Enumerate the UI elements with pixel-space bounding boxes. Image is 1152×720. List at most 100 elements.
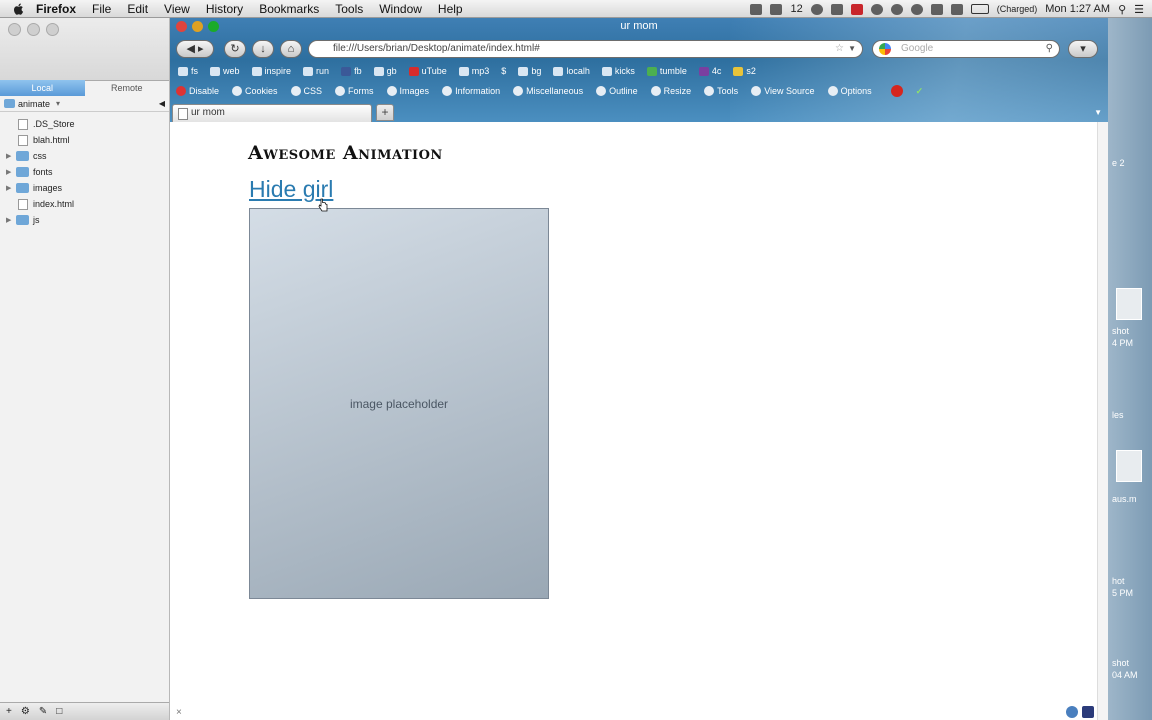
clock[interactable]: Mon 1:27 AM xyxy=(1045,3,1110,15)
download-button[interactable]: ↓ xyxy=(252,40,274,58)
menu-file[interactable]: File xyxy=(92,2,111,16)
folder-selector[interactable]: animate ▾ ◀ xyxy=(0,96,169,112)
headphones-icon[interactable] xyxy=(810,3,823,15)
devbar-outline[interactable]: Outline xyxy=(596,86,638,96)
devbar-css[interactable]: CSS xyxy=(290,86,322,96)
disclosure-triangle-icon[interactable]: ▶ xyxy=(6,216,14,224)
bookmark-4c[interactable]: 4c xyxy=(698,66,721,76)
back-button[interactable]: ◀ ▸ xyxy=(176,40,214,58)
menu-history[interactable]: History xyxy=(206,2,243,16)
spotlight-icon[interactable]: ⚲ xyxy=(1118,3,1126,16)
bookmark-localh[interactable]: localh xyxy=(553,66,590,76)
bookmark-bg[interactable]: bg xyxy=(518,66,541,76)
tab-remote[interactable]: Remote xyxy=(85,80,170,96)
bookmark-run[interactable]: run xyxy=(303,66,329,76)
menu-bookmarks[interactable]: Bookmarks xyxy=(259,2,319,16)
bookmark-gb[interactable]: gb xyxy=(373,66,397,76)
vertical-scrollbar[interactable] xyxy=(1097,122,1108,720)
bookmark-dollar[interactable]: $ xyxy=(501,66,506,76)
file-name: js xyxy=(33,215,40,225)
menu-help[interactable]: Help xyxy=(438,2,463,16)
list-item[interactable]: ▶ images xyxy=(0,180,169,196)
bookmark-tumble[interactable]: tumble xyxy=(646,66,687,76)
dropbox-icon[interactable] xyxy=(830,3,843,15)
bookmark-inspire[interactable]: inspire xyxy=(251,66,291,76)
disclosure-triangle-icon[interactable]: ▶ xyxy=(6,152,14,160)
error-icon[interactable] xyxy=(890,85,903,97)
menu-tools[interactable]: Tools xyxy=(335,2,363,16)
devbar-information[interactable]: Information xyxy=(442,86,500,96)
minimize-button[interactable] xyxy=(27,23,40,36)
toolbar-menu-button[interactable]: ▾ xyxy=(1068,40,1098,58)
devbar-cookies[interactable]: Cookies xyxy=(232,86,278,96)
list-item[interactable]: ▶ fonts xyxy=(0,164,169,180)
menu-firefox[interactable]: Firefox xyxy=(36,2,76,16)
gear-icon[interactable]: ⚙ xyxy=(21,706,30,717)
menu-view[interactable]: View xyxy=(164,2,190,16)
gmail-icon[interactable] xyxy=(850,3,863,15)
bookmark-utube[interactable]: uTube xyxy=(408,66,447,76)
desktop-file-thumbnail[interactable] xyxy=(1116,450,1142,482)
menu-edit[interactable]: Edit xyxy=(127,2,148,16)
menu-bar: Firefox File Edit View History Bookmarks… xyxy=(0,0,1152,18)
app-badge-icon[interactable] xyxy=(770,3,783,15)
disclosure-triangle-icon[interactable]: ▶ xyxy=(6,168,14,176)
camera-icon[interactable] xyxy=(750,3,763,15)
devbar-options[interactable]: Options xyxy=(827,86,872,96)
chevron-down-icon[interactable]: ▼ xyxy=(1094,108,1102,117)
list-item[interactable]: blah.html xyxy=(0,132,169,148)
close-icon[interactable]: × xyxy=(176,707,182,718)
devbar-view-source[interactable]: View Source xyxy=(751,86,815,96)
battery-icon[interactable] xyxy=(970,4,989,14)
wrench-icon[interactable]: ✎ xyxy=(39,706,47,717)
zoom-button[interactable] xyxy=(46,23,59,36)
trash-icon[interactable]: □ xyxy=(56,706,62,717)
bookmark-star-icon[interactable]: ☆ xyxy=(835,41,844,57)
bookmark-kicks[interactable]: kicks xyxy=(601,66,635,76)
desktop-file-thumbnail[interactable] xyxy=(1116,288,1142,320)
devbar-miscellaneous[interactable]: Miscellaneous xyxy=(513,86,583,96)
devbar-images[interactable]: Images xyxy=(386,86,429,96)
check-icon[interactable]: ✓ xyxy=(916,86,924,97)
devbar-tools[interactable]: Tools xyxy=(704,86,738,96)
plus-icon[interactable]: + xyxy=(6,706,12,717)
file-name: css xyxy=(33,151,47,161)
tab-local[interactable]: Local xyxy=(0,80,85,96)
disclosure-triangle-icon[interactable]: ▶ xyxy=(6,184,14,192)
bookmark-fb[interactable]: fb xyxy=(341,66,362,76)
list-item[interactable]: ▶ css xyxy=(0,148,169,164)
list-item[interactable]: .DS_Store xyxy=(0,116,169,132)
reload-button[interactable]: ↻ xyxy=(224,40,246,58)
back-arrow-icon[interactable]: ◀ xyxy=(159,99,165,108)
google-icon[interactable] xyxy=(879,43,891,55)
search-icon[interactable]: ⚲ xyxy=(1046,41,1053,57)
devbar-forms[interactable]: Forms xyxy=(335,86,374,96)
bookmark-fs[interactable]: fs xyxy=(178,66,198,76)
url-bar[interactable]: file:///Users/brian/Desktop/animate/inde… xyxy=(308,40,863,58)
notification-icon[interactable]: ☰ xyxy=(1134,3,1144,16)
devbar-resize[interactable]: Resize xyxy=(650,86,691,96)
devbar-label: Options xyxy=(840,86,872,96)
volume-icon[interactable] xyxy=(950,3,963,15)
sync-icon[interactable] xyxy=(910,3,923,15)
new-tab-button[interactable]: + xyxy=(376,104,394,121)
addon-icon[interactable] xyxy=(1066,706,1078,718)
home-button[interactable]: ⌂ xyxy=(280,40,302,58)
tab-ur-mom[interactable]: ur mom xyxy=(172,104,372,122)
chat-icon[interactable] xyxy=(870,3,883,15)
chevron-down-icon[interactable]: ▼ xyxy=(848,41,856,57)
list-item[interactable]: index.html xyxy=(0,196,169,212)
time-machine-icon[interactable] xyxy=(890,3,903,15)
menu-window[interactable]: Window xyxy=(379,2,422,16)
close-button[interactable] xyxy=(8,23,21,36)
ftp-panel-titlebar xyxy=(0,18,169,81)
bookmark-mp3[interactable]: mp3 xyxy=(458,66,489,76)
apple-menu-icon[interactable] xyxy=(12,2,26,16)
bookmark-web[interactable]: web xyxy=(210,66,240,76)
devbar-disable[interactable]: Disable xyxy=(176,86,219,96)
bookmark-s2[interactable]: s2 xyxy=(733,66,756,76)
list-item[interactable]: ▶ js xyxy=(0,212,169,228)
wifi-icon[interactable] xyxy=(930,3,943,15)
search-input[interactable]: Google ⚲ xyxy=(872,40,1060,58)
addon-icon[interactable] xyxy=(1082,706,1094,718)
